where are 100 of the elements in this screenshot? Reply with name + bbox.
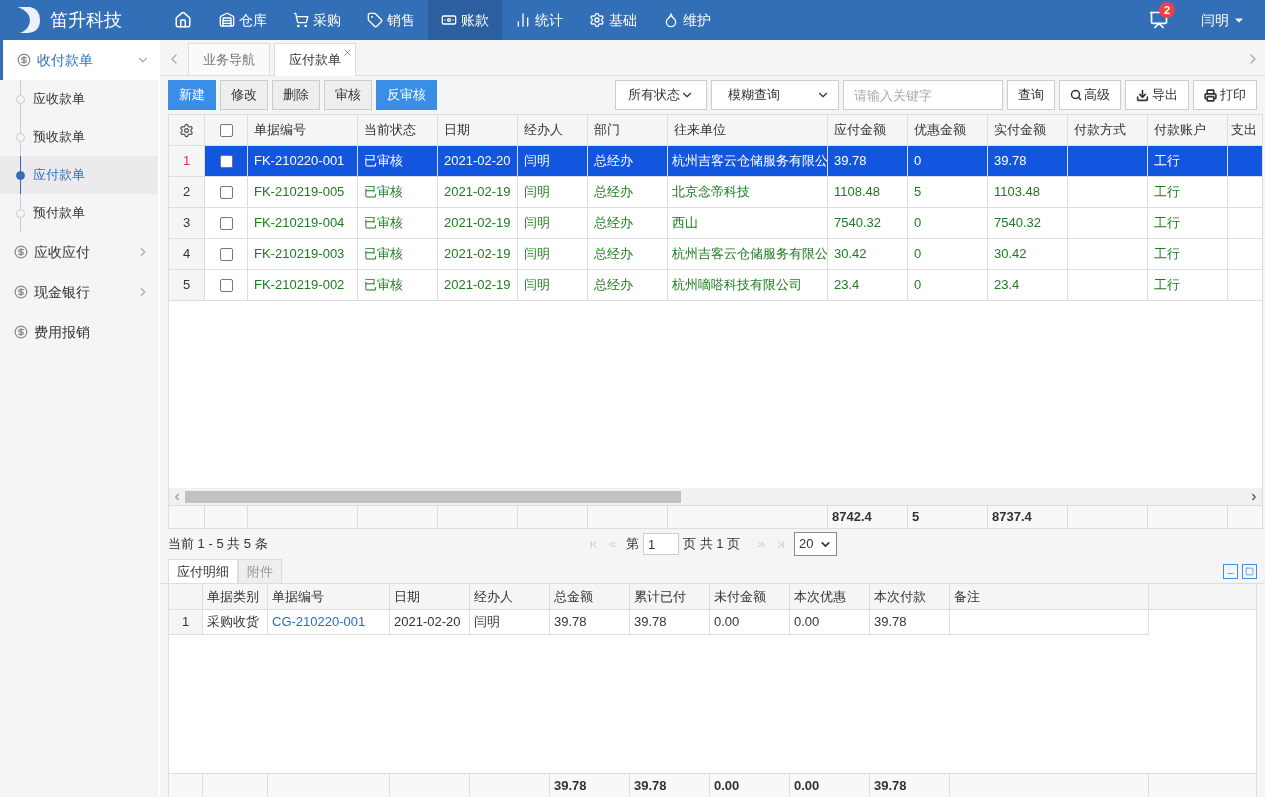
nav-item[interactable]: 统计 [502,0,576,40]
table-row[interactable]: 1 采购收货 CG-210220-001 2021-02-20 闫明 39.78 39.78 0.00 0.00 39.78 [169,610,1256,635]
row-number: 5 [169,270,205,300]
column-header[interactable]: 付款方式 [1068,115,1148,145]
table-cell: FK-210219-005 [248,177,358,207]
checkbox[interactable] [219,185,233,199]
column-header[interactable]: 本次优惠 [790,584,870,609]
status-select[interactable]: 所有状态 [615,80,707,110]
table-cell: FK-210220-001 [248,146,358,176]
sidebar-group[interactable]: 费用报销 [0,312,158,352]
column-header[interactable]: 日期 [438,115,518,145]
table-row[interactable]: 2 FK-210219-005 已审核 2021-02-19 闫明 总经办 北京念帝科技 1108.48 5 1103.48 工行 [169,177,1262,208]
table-row[interactable]: 3 FK-210219-004 已审核 2021-02-19 闫明 总经办 西山 7540.32 0 7540.32 工行 [169,208,1262,239]
horizontal-scrollbar[interactable] [169,488,1262,505]
table-cell: 闫明 [518,239,588,269]
table-cell: 2021-02-19 [438,177,518,207]
column-header[interactable]: 支出 [1228,115,1262,145]
column-header[interactable]: 日期 [390,584,470,609]
checkbox[interactable] [219,216,233,230]
page-tab[interactable]: 业务导航 [188,43,270,75]
column-header[interactable]: 经办人 [518,115,588,145]
sidebar-item[interactable]: 应收款单 [0,80,158,118]
page-count: 页 共 1 页 [683,535,741,554]
sidebar-item[interactable]: 应付款单 [0,156,158,194]
nav-item[interactable]: 销售 [354,0,428,40]
nav-item[interactable]: 采购 [280,0,354,40]
checkbox[interactable] [219,123,233,137]
home-icon [174,11,192,29]
maximize-icon [1245,567,1254,576]
table-cell: 0.00 [710,610,790,635]
sidebar-item[interactable]: 预收款单 [0,118,158,156]
total-cell: 5 [908,506,988,528]
table-cell: 工行 [1148,208,1228,238]
checkbox[interactable] [219,278,233,292]
sidebar-group[interactable]: 应收应付 [0,232,158,272]
nav-item[interactable]: 仓库 [206,0,280,40]
tag-icon [367,12,383,28]
page-tab[interactable]: 应付款单 [274,43,356,76]
sidebar-item[interactable]: 预付款单 [0,194,158,232]
table-cell: FK-210219-003 [248,239,358,269]
column-header[interactable]: 付款账户 [1148,115,1228,145]
table-cell: 闫明 [470,610,550,635]
table-cell: 0 [908,208,988,238]
toolbar-button[interactable]: 审核 [324,80,372,110]
printer-icon [1204,88,1217,102]
advanced-button[interactable]: 高级 [1059,80,1121,110]
mode-select[interactable]: 模糊查询 [711,80,839,110]
sidebar-group[interactable]: 收付款单 [0,40,158,80]
coin-icon [17,53,31,67]
column-header[interactable]: 部门 [588,115,668,145]
toolbar-button[interactable]: 删除 [272,80,320,110]
column-header[interactable]: 单据编号 [248,115,358,145]
toolbar-button[interactable]: 修改 [220,80,268,110]
document-link[interactable]: CG-210220-001 [268,610,390,635]
maximize-button[interactable] [1242,564,1257,579]
total-cell: 39.78 [870,774,950,797]
nav-item[interactable]: 基础 [576,0,650,40]
table-cell: 1103.48 [988,177,1068,207]
column-header[interactable]: 未付金额 [710,584,790,609]
page-size-select[interactable]: 20 [794,532,838,556]
total-cell: 8737.4 [988,506,1068,528]
column-header[interactable]: 单据类别 [203,584,268,609]
column-header[interactable]: 累计已付 [630,584,710,609]
column-header[interactable]: 实付金额 [988,115,1068,145]
column-header[interactable]: 应付金额 [828,115,908,145]
column-header[interactable]: 备注 [950,584,1149,609]
detail-tab[interactable]: 应付明细 [168,559,238,583]
column-header[interactable]: 当前状态 [358,115,438,145]
page-label: 第 [626,535,639,554]
total-cell: 0.00 [790,774,870,797]
query-button[interactable]: 查询 [1007,80,1055,110]
table-cell: 30.42 [988,239,1068,269]
table-cell: 30.42 [828,239,908,269]
nav-item[interactable]: 维护 [650,0,724,40]
table-cell: 工行 [1148,239,1228,269]
table-cell: 7540.32 [988,208,1068,238]
table-cell: 总经办 [588,270,668,300]
print-button[interactable]: 打印 [1193,80,1257,110]
column-header[interactable]: 往来单位 [668,115,828,145]
page-field[interactable]: 1 [643,533,679,555]
column-header[interactable]: 优惠金额 [908,115,988,145]
table-cell: 已审核 [358,270,438,300]
row-number: 2 [169,177,205,207]
user-menu[interactable]: 闫明 [1201,9,1245,31]
table-row[interactable]: 5 FK-210219-002 已审核 2021-02-19 闫明 总经办 杭州嘀嗒科技有限公司 23.4 0 23.4 工行 [169,270,1262,301]
sidebar-group[interactable]: 现金银行 [0,272,158,312]
checkbox[interactable] [219,247,233,261]
scrollbar-thumb[interactable] [185,490,681,503]
table-row[interactable]: 4 FK-210219-003 已审核 2021-02-19 闫明 总经办 杭州吉客云仓储服务有限公 30.42 0 30.42 工行 [169,239,1262,270]
column-header[interactable]: 经办人 [470,584,550,609]
app-title: 笛升科技 [50,8,122,32]
column-header[interactable]: 本次付款 [870,584,950,609]
column-header[interactable]: 总金额 [550,584,630,609]
checkbox[interactable] [219,154,233,168]
table-row[interactable]: 1 FK-210220-001 已审核 2021-02-20 闫明 总经办 杭州吉客云仓储服务有限公 39.78 0 39.78 工行 [169,146,1262,177]
export-button[interactable]: 导出 [1125,80,1189,110]
minimize-button[interactable] [1223,564,1238,579]
search-field[interactable]: 请输入关键字 [843,80,1003,110]
column-header[interactable]: 单据编号 [268,584,390,609]
nav-item[interactable]: 账款 [428,0,502,40]
